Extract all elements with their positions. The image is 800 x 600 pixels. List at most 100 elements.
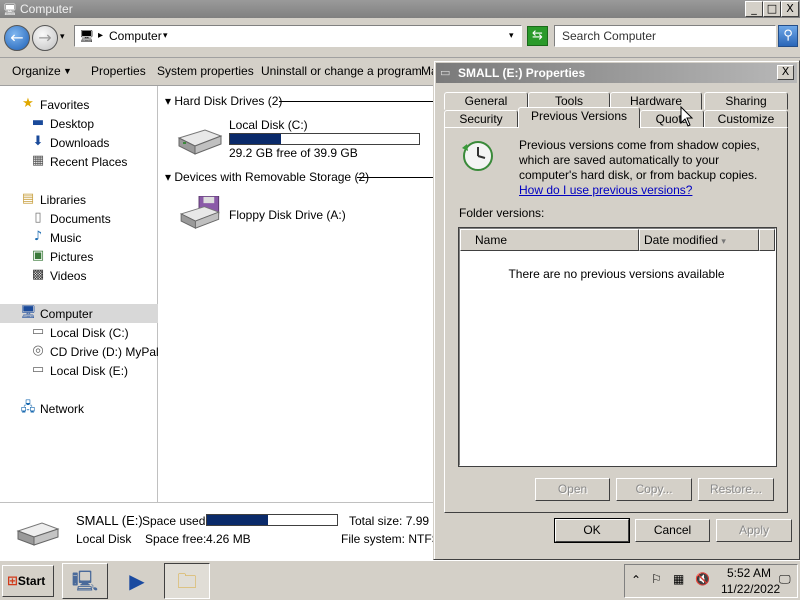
sidebar-item-pictures[interactable]: ▣ Pictures	[0, 247, 158, 266]
restore-clock-icon	[462, 141, 493, 171]
hdd-group-header[interactable]: ▾ Hard Disk Drives (2)	[165, 94, 282, 108]
description-text: Previous versions come from shadow copie…	[519, 138, 760, 182]
tab-security[interactable]: Security	[444, 110, 518, 128]
maximize-button[interactable]: □	[763, 1, 781, 17]
sidebar-item-label: Music	[50, 231, 82, 245]
space-used-fill	[207, 515, 269, 525]
search-placeholder: Search Computer	[562, 29, 657, 43]
sidebar-item-documents[interactable]: ▯ Documents	[0, 209, 158, 228]
group-divider	[357, 177, 439, 178]
group-divider	[279, 101, 439, 102]
cancel-button[interactable]: Cancel	[635, 519, 710, 542]
local-disk-c-free-space: 29.2 GB free of 39.9 GB	[229, 146, 358, 160]
server-manager-icon[interactable]: 🖳	[62, 563, 108, 599]
sidebar-item-downloads[interactable]: ⬇ Downloads	[0, 133, 158, 152]
sidebar-item-favorites[interactable]: ★ Favorites	[0, 95, 158, 114]
sidebar-item-computer[interactable]: 🖥 Computer	[0, 304, 158, 323]
back-arrow-icon: ←	[10, 28, 24, 47]
powershell-icon[interactable]: ▶	[114, 563, 160, 599]
address-field[interactable]: 🖥 ▸ Computer ▾ ▾	[74, 25, 522, 47]
open-button[interactable]: Open	[535, 478, 610, 501]
address-dropdown-icon[interactable]: ▾	[509, 30, 514, 41]
hard-drive-icon: ▭	[31, 362, 45, 377]
sidebar-item-desktop[interactable]: ▬ Desktop	[0, 114, 158, 133]
history-dropdown-icon[interactable]: ▾	[60, 31, 65, 42]
clock-date[interactable]: 11/22/2022	[721, 582, 780, 596]
help-link[interactable]: How do I use previous versions?	[519, 183, 692, 197]
show-desktop-icon[interactable]: 🖵	[779, 572, 791, 587]
breadcrumb-arrow-icon[interactable]: ▸	[98, 30, 103, 41]
disk-usage-bar	[229, 133, 420, 145]
star-icon: ★	[22, 96, 34, 111]
selected-drive-type: Local Disk	[76, 532, 132, 546]
mouse-cursor-icon	[680, 106, 694, 127]
collapse-icon: ▾	[165, 170, 175, 184]
sidebar-item-label: Local Disk (C:)	[50, 326, 129, 340]
hard-drive-icon: ▭	[31, 324, 45, 339]
desktop-icon: ▬	[31, 115, 45, 130]
tab-sharing[interactable]: Sharing	[704, 92, 788, 110]
organize-dropdown-icon[interactable]: ▼	[63, 66, 72, 76]
action-center-flag-icon[interactable]: ⚐	[651, 572, 662, 586]
tab-quota[interactable]: Quota	[640, 110, 704, 128]
breadcrumb-computer[interactable]: Computer	[109, 29, 162, 43]
sidebar-item-label: Recent Places	[50, 155, 128, 169]
explorer-taskbar-icon[interactable]: 🗀	[164, 563, 210, 599]
close-button[interactable]: X	[781, 1, 799, 17]
properties-button[interactable]: Properties	[91, 64, 146, 78]
address-bar-row: ← → ▾ 🖥 ▸ Computer ▾ ▾ ⇆ Search Computer…	[0, 18, 800, 58]
minimize-button[interactable]: _	[745, 1, 763, 17]
start-button[interactable]: ⊞Start	[2, 565, 54, 597]
sidebar-item-cd-drive-d[interactable]: ◎ CD Drive (D:) MyPal68	[0, 342, 172, 361]
floppy-drive-label[interactable]: Floppy Disk Drive (A:)	[229, 208, 346, 222]
computer-icon: 🖥	[79, 29, 95, 43]
forward-button[interactable]: →	[32, 25, 58, 51]
dialog-close-button[interactable]: X	[777, 65, 794, 80]
downloads-icon: ⬇	[32, 134, 44, 149]
sidebar-item-label: Libraries	[40, 193, 87, 207]
title-bar[interactable]: 🖥 Computer _ □ X	[0, 0, 800, 18]
floppy-drive-icon[interactable]	[175, 196, 223, 230]
sidebar-item-music[interactable]: ♪ Music	[0, 228, 158, 247]
sidebar-item-network[interactable]: 🖧 Network	[0, 399, 158, 418]
sidebar-item-label: Pictures	[50, 250, 94, 264]
network-tray-icon[interactable]: ▦	[673, 572, 684, 586]
column-header-name[interactable]: Name	[460, 229, 639, 251]
search-input[interactable]: Search Computer	[554, 25, 776, 47]
tab-general[interactable]: General	[444, 92, 528, 110]
tab-customize[interactable]: Customize	[704, 110, 788, 128]
dialog-title-bar[interactable]: ▭ SMALL (E:) Properties X	[436, 63, 797, 83]
restore-button[interactable]: Restore...	[698, 478, 774, 501]
tray-expand-icon[interactable]: ⌃	[631, 573, 641, 587]
column-header-date-modified[interactable]: Date modified ▾	[639, 229, 759, 251]
system-properties-button[interactable]: System properties	[157, 64, 254, 78]
copy-button[interactable]: Copy...	[616, 478, 692, 501]
refresh-icon: ⇆	[532, 28, 543, 43]
forward-arrow-icon: →	[38, 28, 52, 47]
removable-group-header[interactable]: ▾ Devices with Removable Storage (2)	[165, 170, 369, 184]
refresh-button[interactable]: ⇆	[527, 26, 548, 46]
sidebar-item-videos[interactable]: ▩ Videos	[0, 266, 158, 285]
window-title: Computer	[20, 2, 73, 16]
sidebar-item-libraries[interactable]: ▤ Libraries	[0, 190, 158, 209]
column-header-filler	[759, 229, 775, 251]
volume-muted-icon[interactable]: 🔇	[695, 572, 710, 586]
previous-versions-description: Previous versions come from shadow copie…	[519, 138, 769, 198]
back-button[interactable]: ←	[4, 25, 30, 51]
windows-logo-icon: ⊞	[7, 573, 18, 588]
versions-list[interactable]: Name Date modified ▾ There are no previo…	[458, 227, 777, 467]
tab-previous-versions[interactable]: Previous Versions	[518, 107, 640, 128]
space-free-label: Space free:	[145, 532, 207, 546]
uninstall-program-button[interactable]: Uninstall or change a program	[261, 64, 422, 78]
organize-menu[interactable]: Organize	[12, 64, 61, 78]
clock-time[interactable]: 5:52 AM	[727, 566, 771, 580]
sidebar-item-recent-places[interactable]: ▦ Recent Places	[0, 152, 158, 171]
apply-button[interactable]: Apply	[716, 519, 792, 542]
local-disk-c-label[interactable]: Local Disk (C:)	[229, 118, 308, 132]
breadcrumb-dropdown-icon[interactable]: ▾	[163, 30, 168, 41]
search-button[interactable]: ⚲	[778, 25, 798, 47]
hard-drive-icon[interactable]	[175, 124, 223, 158]
sidebar-item-local-disk-e[interactable]: ▭ Local Disk (E:)	[0, 361, 158, 380]
ok-button[interactable]: OK	[554, 518, 630, 543]
sidebar-item-local-disk-c[interactable]: ▭ Local Disk (C:)	[0, 323, 158, 342]
